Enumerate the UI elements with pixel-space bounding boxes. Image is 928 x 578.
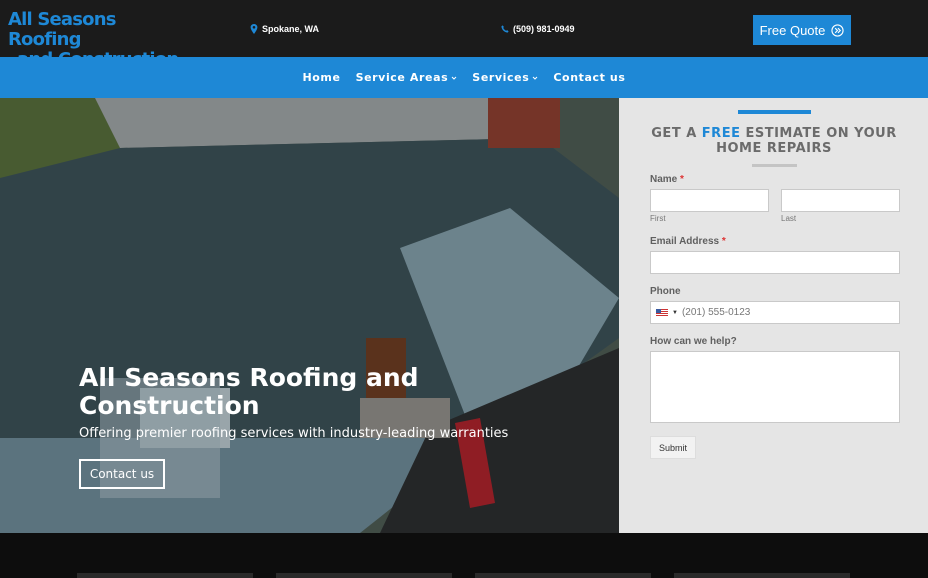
estimate-form: GET A FREE ESTIMATE ON YOUR HOME REPAIRS…	[619, 98, 928, 533]
heading-highlight: FREE	[701, 126, 741, 141]
required-mark: *	[680, 174, 684, 185]
form-heading: GET A FREE ESTIMATE ON YOUR HOME REPAIRS	[649, 126, 899, 156]
service-card	[475, 573, 651, 578]
phone-label: Phone	[650, 286, 681, 297]
first-sublabel: First	[650, 214, 666, 223]
last-sublabel: Last	[781, 214, 797, 223]
nav-item-service-areas[interactable]: Service Areas	[356, 71, 458, 84]
phone-field[interactable]: ▼ (201) 555-0123	[650, 301, 900, 324]
heading-accent-bar	[738, 110, 811, 114]
location-text: Spokane, WA	[262, 24, 320, 34]
hero-section: All Seasons Roofing and Construction Off…	[0, 98, 619, 533]
double-chevron-circle-icon	[831, 23, 845, 37]
heading-divider	[752, 164, 797, 167]
nav-label: Service Areas	[355, 71, 449, 84]
name-label: Name *	[650, 174, 684, 185]
phone-placeholder: (201) 555-0123	[681, 307, 751, 318]
caret-down-icon[interactable]: ▼	[672, 310, 678, 316]
free-quote-label: Free Quote	[759, 22, 826, 38]
nav-label: Services	[472, 71, 530, 84]
hero-title: All Seasons Roofing and Construction	[79, 363, 419, 420]
hero-subtitle: Offering premier roofing services with i…	[79, 426, 509, 441]
map-pin-icon	[250, 24, 258, 34]
footer-strip	[0, 533, 928, 578]
heading-text: GET A	[651, 126, 702, 141]
phone-text: (509) 981-0949	[513, 24, 575, 34]
chevron-down-icon	[451, 76, 457, 80]
first-name-field[interactable]	[650, 189, 769, 212]
phone-info[interactable]: (509) 981-0949	[501, 24, 575, 34]
location-info: Spokane, WA	[250, 24, 319, 34]
free-quote-button[interactable]: Free Quote	[753, 15, 851, 45]
hero-contact-button[interactable]: Contact us	[79, 459, 165, 489]
required-mark: *	[721, 236, 726, 247]
top-bar: All Seasons Roofing and Construction Spo…	[0, 0, 928, 70]
last-name-field[interactable]	[781, 189, 900, 212]
heading-text: ESTIMATE ON YOUR HOME REPAIRS	[716, 126, 897, 156]
nav-item-contact[interactable]: Contact us	[553, 71, 625, 84]
help-label: How can we help?	[650, 336, 737, 347]
us-flag-icon[interactable]	[656, 308, 668, 317]
email-field[interactable]	[650, 251, 900, 274]
submit-button[interactable]: Submit	[650, 436, 696, 459]
nav-item-home[interactable]: Home	[302, 71, 340, 84]
service-card	[674, 573, 850, 578]
service-card	[276, 573, 452, 578]
help-textarea[interactable]	[650, 351, 900, 423]
label-text: Email Address	[650, 236, 720, 247]
nav-label: Home	[302, 71, 341, 84]
logo-line-1: All Seasons Roofing	[8, 9, 116, 50]
email-label: Email Address *	[650, 236, 726, 247]
phone-icon	[501, 25, 509, 33]
chevron-down-icon	[533, 76, 538, 80]
service-card	[77, 573, 253, 578]
nav-label: Contact us	[553, 71, 626, 84]
nav-item-services[interactable]: Services	[472, 71, 538, 84]
main-nav: Home Service Areas Services Contact us	[0, 57, 928, 98]
label-text: Name	[650, 174, 678, 185]
